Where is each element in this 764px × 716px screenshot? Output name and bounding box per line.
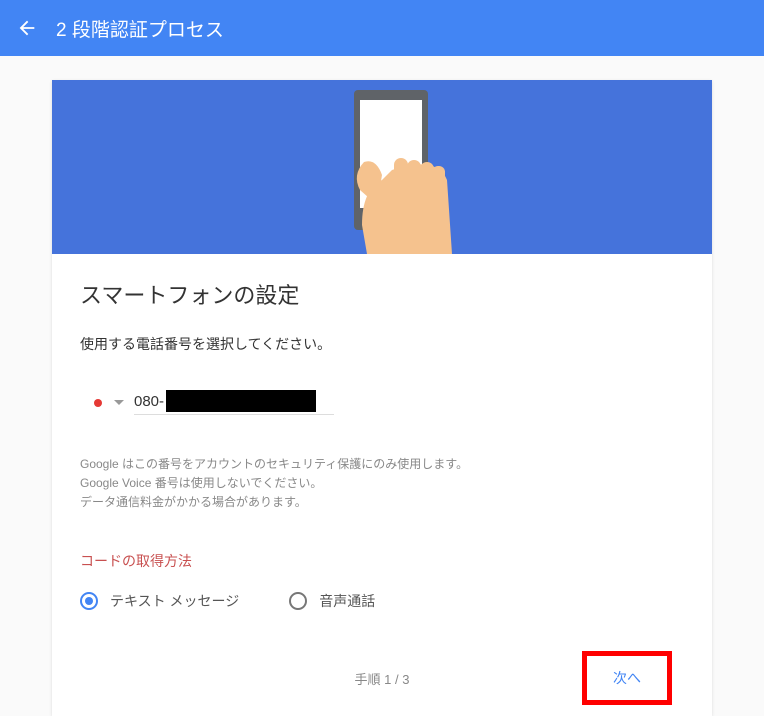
radio-checked-icon <box>80 592 98 610</box>
phone-selector[interactable]: 080- <box>94 390 684 415</box>
section-title: スマートフォンの設定 <box>80 278 684 310</box>
app-header: 2 段階認証プロセス <box>0 0 764 56</box>
step-indicator: 手順 1 / 3 <box>355 669 410 688</box>
hero-banner <box>52 80 712 254</box>
disclaimer-line-1: Google はこの番号をアカウントのセキュリティ保護にのみ使用します。 <box>80 455 684 474</box>
disclaimer-line-2: Google Voice 番号は使用しないでください。 <box>80 474 684 493</box>
code-method-radio-group: テキスト メッセージ 音声通話 <box>80 591 684 611</box>
country-flag-icon <box>94 399 102 407</box>
radio-label-text: テキスト メッセージ <box>110 591 239 611</box>
phone-input[interactable]: 080- <box>134 390 334 415</box>
chevron-down-icon <box>114 400 124 405</box>
radio-voice-call[interactable]: 音声通話 <box>289 591 375 611</box>
next-button[interactable]: 次へ <box>595 660 659 696</box>
highlight-box: 次へ <box>582 651 672 705</box>
back-arrow-icon[interactable] <box>16 17 38 39</box>
disclaimer-line-3: データ通信料金がかかる場合があります。 <box>80 493 684 512</box>
card-footer: 手順 1 / 3 次へ <box>80 661 684 696</box>
phone-number-prefix: 080- <box>134 393 164 410</box>
phone-number-redacted <box>166 390 316 412</box>
radio-unchecked-icon <box>289 592 307 610</box>
method-title: コードの取得方法 <box>80 551 684 571</box>
radio-text-message[interactable]: テキスト メッセージ <box>80 591 239 611</box>
page-title: 2 段階認証プロセス <box>56 15 224 42</box>
content-area: スマートフォンの設定 使用する電話番号を選択してください。 080- Googl… <box>52 254 712 716</box>
disclaimer-text: Google はこの番号をアカウントのセキュリティ保護にのみ使用します。 Goo… <box>80 455 684 513</box>
phone-hand-illustration <box>282 80 482 254</box>
radio-label-voice: 音声通話 <box>319 591 375 611</box>
instruction-text: 使用する電話番号を選択してください。 <box>80 334 684 354</box>
setup-card: スマートフォンの設定 使用する電話番号を選択してください。 080- Googl… <box>52 80 712 716</box>
